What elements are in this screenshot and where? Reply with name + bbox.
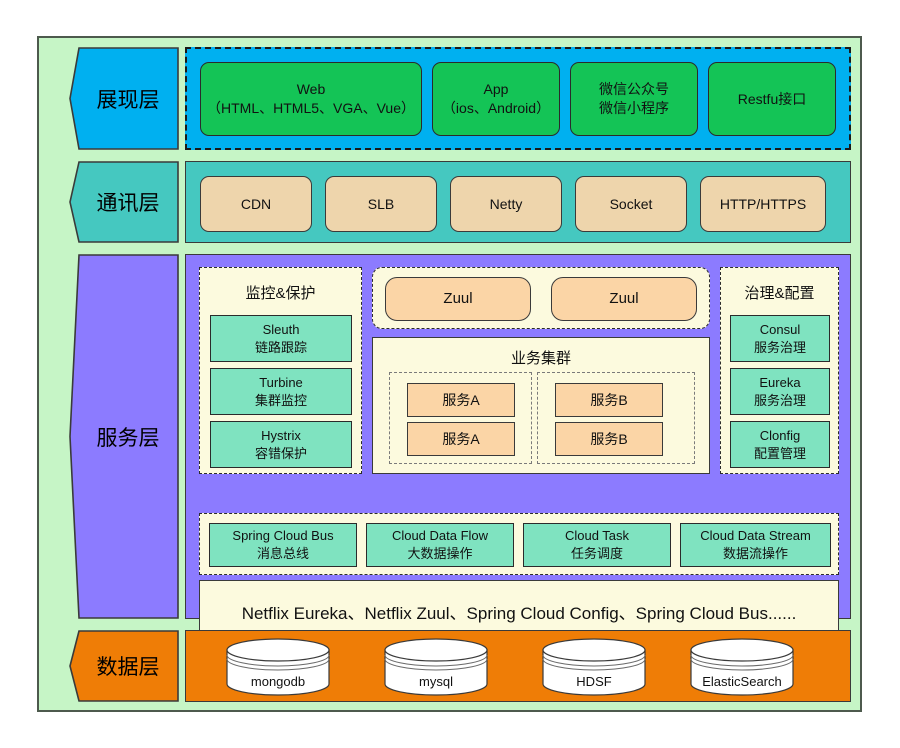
- service-governance-item-consul-line2: 服务治理: [753, 339, 806, 355]
- service-gateway-item-zuul-1[interactable]: Zuul: [385, 277, 531, 321]
- service-governance-item-consul-line1: Consul: [759, 321, 801, 337]
- communication-item-cdn[interactable]: CDN: [200, 176, 312, 232]
- service-cluster-panel: 业务集群 服务A 服务A 服务B 服务B: [372, 337, 710, 474]
- data-item-hdfs[interactable]: HDSF: [541, 638, 647, 696]
- communication-layer-band: CDN SLB Netty Socket HTTP/HTTPS: [185, 161, 851, 243]
- service-governance-item-config-line1: Clonfig: [759, 427, 801, 443]
- service-cluster-item-b2-label: 服务B: [590, 430, 628, 447]
- service-toolbar-item-datastream-line2: 数据流操作: [722, 546, 788, 561]
- service-cluster-group-b: 服务B 服务B: [537, 372, 695, 464]
- communication-item-netty-label: Netty: [489, 195, 523, 212]
- service-governance-item-eureka[interactable]: Eureka 服务治理: [730, 368, 830, 415]
- data-item-mysql-label: mysql: [419, 674, 453, 689]
- data-item-mongodb[interactable]: mongodb: [225, 638, 331, 696]
- layer-label-service: 服务层: [69, 254, 179, 619]
- service-cluster-group-a: 服务A 服务A: [389, 372, 532, 464]
- data-item-elasticsearch[interactable]: ElasticSearch: [689, 638, 795, 696]
- data-item-mysql[interactable]: mysql: [383, 638, 489, 696]
- service-governance-panel: 治理&配置 Consul 服务治理 Eureka 服务治理 Clonfig 配置…: [720, 267, 839, 474]
- service-gateway-item-zuul-1-label: Zuul: [443, 289, 473, 307]
- presentation-item-web-line2: （HTML、HTML5、VGA、Vue）: [207, 100, 415, 116]
- service-governance-item-config[interactable]: Clonfig 配置管理: [730, 421, 830, 468]
- service-toolbar-item-dataflow-line2: 大数据操作: [407, 546, 473, 561]
- service-toolbar-item-task-line2: 任务调度: [570, 546, 623, 561]
- presentation-item-rest-line1: Restfu接口: [737, 90, 807, 107]
- service-layer-band: 监控&保护 Sleuth 链路跟踪 Turbine 集群监控 Hystrix 容…: [185, 254, 851, 643]
- communication-item-socket[interactable]: Socket: [575, 176, 687, 232]
- service-toolbar-item-bus-line2: 消息总线: [256, 546, 309, 561]
- layer-label-communication-text: 通讯层: [96, 192, 160, 215]
- service-monitoring-item-turbine[interactable]: Turbine 集群监控: [210, 368, 352, 415]
- presentation-item-wechat[interactable]: 微信公众号 微信小程序: [570, 62, 698, 136]
- service-monitoring-panel: 监控&保护 Sleuth 链路跟踪 Turbine 集群监控 Hystrix 容…: [199, 267, 362, 474]
- service-cluster-item-a1-label: 服务A: [442, 391, 480, 408]
- layer-label-communication: 通讯层: [69, 161, 179, 243]
- service-toolbar-item-datastream[interactable]: Cloud Data Stream 数据流操作: [680, 523, 831, 567]
- communication-item-slb-label: SLB: [367, 195, 395, 212]
- presentation-item-app-line1: App: [483, 81, 509, 98]
- architecture-diagram: 展现层 Web （HTML、HTML5、VGA、Vue） App （ios、An…: [37, 36, 862, 712]
- service-toolbar-item-datastream-line1: Cloud Data Stream: [700, 528, 811, 544]
- service-governance-item-config-line2: 配置管理: [753, 445, 806, 461]
- presentation-item-app-line2: （ios、Android）: [441, 100, 551, 116]
- layer-label-data-text: 数据层: [96, 656, 160, 679]
- service-toolbar-item-dataflow-line1: Cloud Data Flow: [391, 528, 489, 544]
- communication-item-cdn-label: CDN: [240, 195, 272, 212]
- layer-label-presentation: 展现层: [69, 47, 179, 150]
- data-item-elasticsearch-label: ElasticSearch: [702, 674, 782, 689]
- service-monitoring-item-hystrix-line2: 容错保护: [254, 445, 307, 461]
- presentation-item-web-line1: Web: [296, 81, 326, 98]
- communication-item-socket-label: Socket: [609, 195, 653, 212]
- service-gateway-panel: Zuul Zuul: [372, 267, 710, 329]
- communication-item-http[interactable]: HTTP/HTTPS: [700, 176, 826, 232]
- service-toolbar-item-task[interactable]: Cloud Task 任务调度: [523, 523, 671, 567]
- service-cluster-item-a2-label: 服务A: [442, 430, 480, 447]
- service-governance-title: 治理&配置: [744, 285, 815, 302]
- service-toolbar-item-dataflow[interactable]: Cloud Data Flow 大数据操作: [366, 523, 514, 567]
- service-governance-item-eureka-line1: Eureka: [759, 374, 801, 390]
- service-monitoring-title: 监控&保护: [245, 285, 316, 302]
- service-toolbar-item-bus[interactable]: Spring Cloud Bus 消息总线: [209, 523, 357, 567]
- service-toolbar-item-task-line1: Cloud Task: [564, 528, 630, 544]
- service-cluster-title: 业务集群: [510, 350, 571, 367]
- communication-item-http-label: HTTP/HTTPS: [719, 195, 807, 212]
- presentation-item-app[interactable]: App （ios、Android）: [432, 62, 560, 136]
- service-monitoring-item-turbine-line2: 集群监控: [254, 392, 307, 408]
- layer-label-service-text: 服务层: [96, 426, 160, 450]
- service-governance-item-consul[interactable]: Consul 服务治理: [730, 315, 830, 362]
- service-toolbar-panel: Spring Cloud Bus 消息总线 Cloud Data Flow 大数…: [199, 513, 839, 575]
- service-cluster-item-b1[interactable]: 服务B: [555, 383, 663, 417]
- service-monitoring-item-sleuth-line2: 链路跟踪: [254, 339, 307, 355]
- service-monitoring-item-sleuth-line1: Sleuth: [262, 321, 300, 337]
- service-monitoring-item-hystrix-line1: Hystrix: [261, 427, 301, 443]
- service-monitoring-item-sleuth[interactable]: Sleuth 链路跟踪: [210, 315, 352, 362]
- service-monitoring-item-hystrix[interactable]: Hystrix 容错保护: [210, 421, 352, 468]
- communication-item-slb[interactable]: SLB: [325, 176, 437, 232]
- data-item-mongodb-label: mongodb: [250, 674, 306, 689]
- presentation-item-wechat-line2: 微信小程序: [599, 100, 669, 116]
- layer-label-data: 数据层: [69, 630, 179, 702]
- service-toolbar-item-bus-line1: Spring Cloud Bus: [232, 528, 334, 544]
- service-governance-item-eureka-line2: 服务治理: [753, 392, 806, 408]
- presentation-item-wechat-line1: 微信公众号: [599, 81, 669, 98]
- communication-item-netty[interactable]: Netty: [450, 176, 562, 232]
- service-gateway-item-zuul-2[interactable]: Zuul: [551, 277, 697, 321]
- presentation-item-web[interactable]: Web （HTML、HTML5、VGA、Vue）: [200, 62, 422, 136]
- service-gateway-item-zuul-2-label: Zuul: [609, 289, 639, 307]
- service-cluster-item-a2[interactable]: 服务A: [407, 422, 515, 456]
- service-cluster-item-b1-label: 服务B: [590, 391, 628, 408]
- presentation-layer-band: Web （HTML、HTML5、VGA、Vue） App （ios、Androi…: [185, 47, 851, 150]
- data-item-hdfs-label: HDSF: [576, 674, 612, 689]
- service-monitoring-item-turbine-line1: Turbine: [259, 374, 303, 390]
- presentation-item-rest[interactable]: Restfu接口: [708, 62, 836, 136]
- service-cluster-item-b2[interactable]: 服务B: [555, 422, 663, 456]
- data-layer-band: mongodb mysql HDSF ElasticSearch: [185, 630, 851, 702]
- layer-label-presentation-text: 展现层: [96, 88, 160, 112]
- service-cluster-item-a1[interactable]: 服务A: [407, 383, 515, 417]
